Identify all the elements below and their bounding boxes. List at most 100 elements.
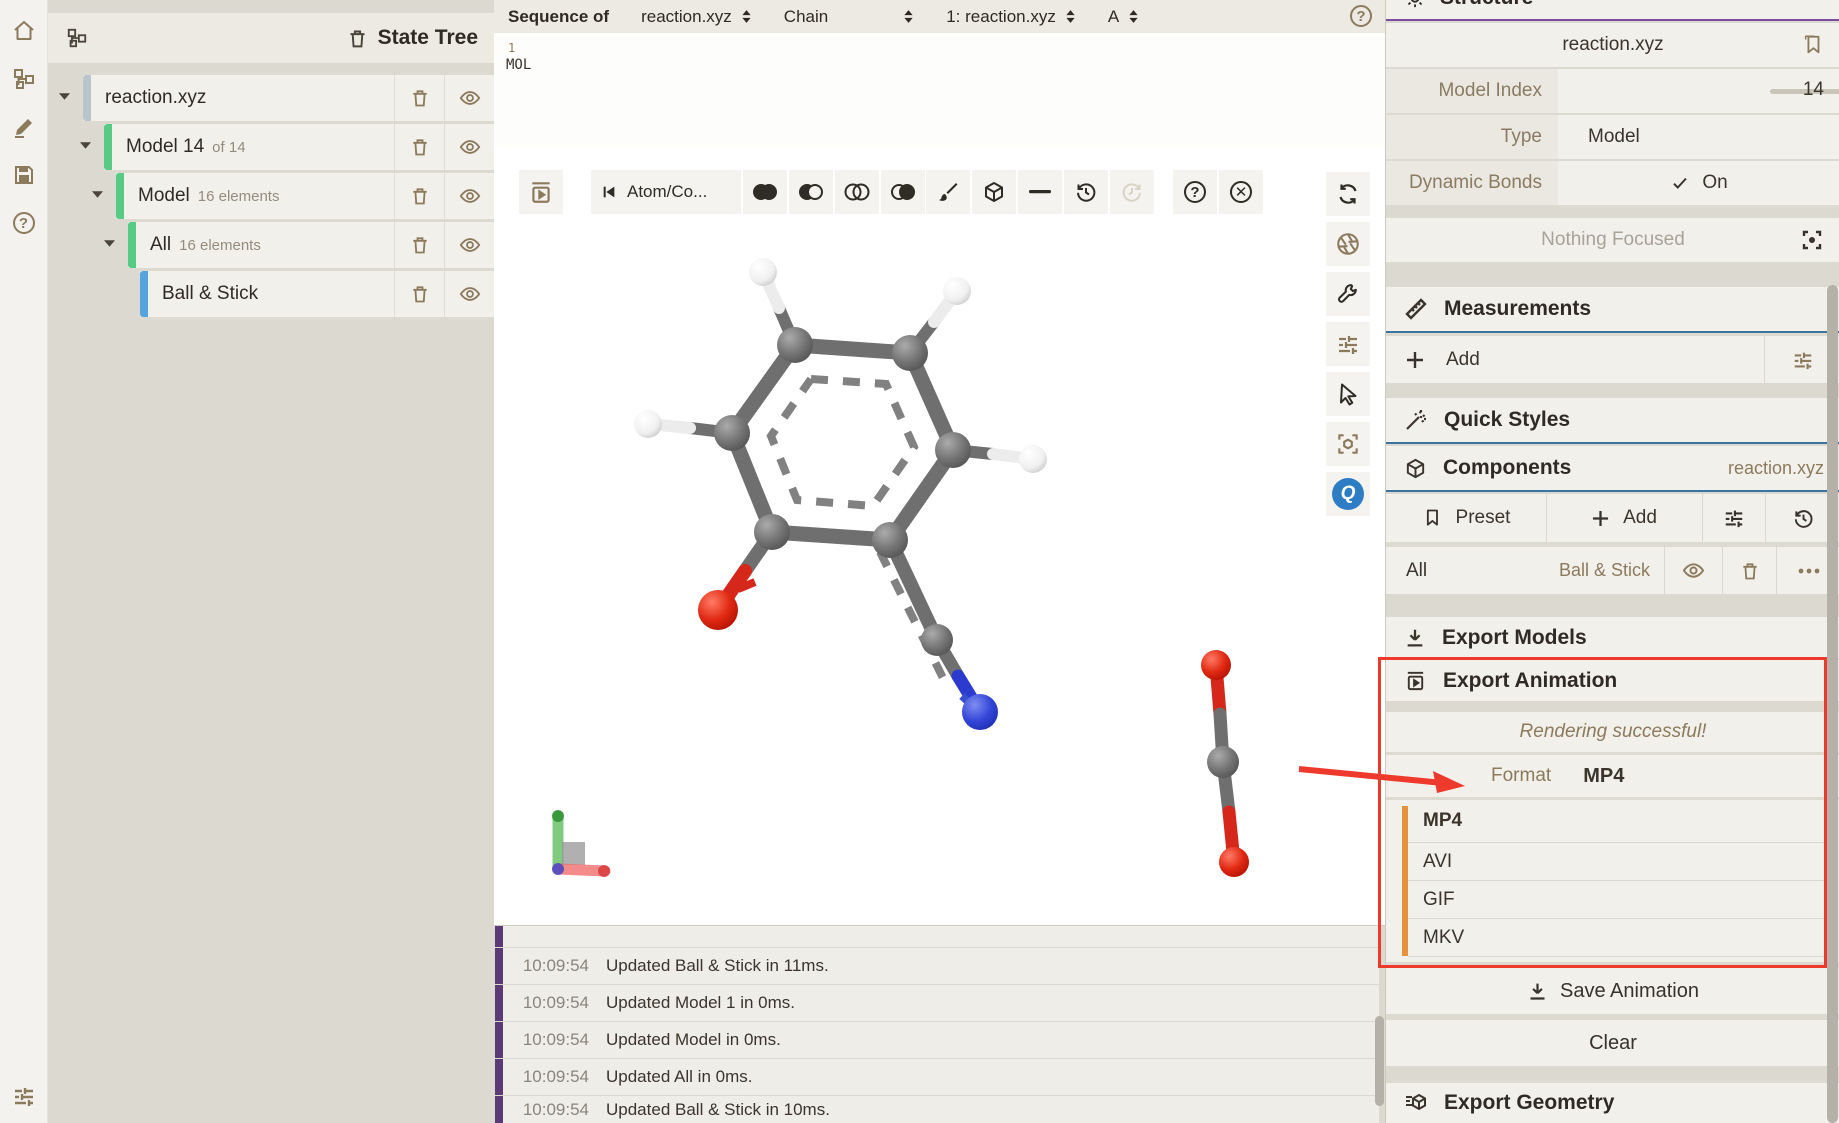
sequence-entity-select[interactable]: Chain [784,7,914,27]
tree-row-reaction[interactable]: reaction.xyz [83,75,494,121]
state-tree-icon[interactable] [7,62,41,96]
plus-icon [1406,351,1424,369]
dynamic-bonds-row: Dynamic Bonds On [1386,161,1839,205]
visibility-eye-icon[interactable] [444,75,494,121]
quick-styles-section-header[interactable]: Quick Styles [1386,398,1839,444]
clear-state-trash-icon[interactable] [347,28,368,49]
state-tree-header: State Tree [48,13,494,63]
add-component-button[interactable]: Add [1546,494,1702,542]
component-eye-icon[interactable] [1664,547,1722,594]
set-union-icon[interactable] [743,170,787,214]
clear-button[interactable]: Clear [1386,1020,1839,1066]
sequence-chain-select[interactable]: A [1108,7,1139,27]
format-value[interactable]: MP4 [1583,765,1624,788]
reset-camera-icon[interactable] [1326,172,1370,216]
model-index-row: Model Index 14 [1386,69,1839,113]
toolbar-close-icon[interactable]: ✕ [1219,170,1263,214]
panel-scrollbar[interactable] [1827,285,1838,1123]
tree-row-model14[interactable]: Model 14 of 14 [104,124,494,170]
granularity-dropdown[interactable]: Atom/Co... [591,170,741,214]
representation-cube-icon[interactable] [972,170,1016,214]
format-option-avi[interactable]: AVI [1408,843,1828,881]
sequence-help-icon[interactable]: ? [1350,5,1372,27]
quick-access-badge[interactable]: Q [1326,472,1370,516]
structure-section-header[interactable]: Structure [1386,0,1839,21]
chevron-down-icon[interactable] [80,141,91,150]
visibility-eye-icon[interactable] [444,222,494,268]
theme-brush-icon[interactable] [926,170,970,214]
focus-camera-icon[interactable] [1326,422,1370,466]
molecule-co2 [1201,650,1249,877]
subtract-selection-icon[interactable] [1018,170,1062,214]
state-tree-panel: State Tree reaction.xyz Model 14 of 14 [48,0,494,1123]
delete-node-icon[interactable] [394,271,444,317]
screenshot-shutter-icon[interactable] [1326,222,1370,266]
visibility-eye-icon[interactable] [444,271,494,317]
visibility-eye-icon[interactable] [444,173,494,219]
dynamic-bonds-toggle[interactable]: On [1558,172,1839,194]
component-options-icon[interactable] [1702,494,1765,542]
add-label: Add [1623,507,1657,529]
delete-node-icon[interactable] [394,75,444,121]
log-message: Updated Ball & Stick in 11ms. [606,956,829,976]
selection-cursor-icon[interactable] [1326,372,1370,416]
undo-history-icon[interactable] [1064,170,1108,214]
visibility-eye-icon[interactable] [444,124,494,170]
sequence-unit-select[interactable]: 1: reaction.xyz [946,7,1076,27]
home-icon[interactable] [7,14,41,48]
bookmark-icon[interactable] [1802,34,1824,56]
export-models-header[interactable]: Export Models [1386,617,1839,659]
help-question-glyph: ? [13,212,35,234]
settings-sliders-icon[interactable] [1326,322,1370,366]
toolbar-help-icon[interactable]: ? [1173,170,1217,214]
sequence-structure-select[interactable]: reaction.xyz [641,7,752,27]
save-session-icon[interactable] [7,158,41,192]
controls-wrench-icon[interactable] [1326,272,1370,316]
measurements-add-row: Add [1386,336,1839,383]
delete-node-icon[interactable] [394,173,444,219]
structure-name-row[interactable]: reaction.xyz [1386,23,1839,67]
measurements-title: Measurements [1444,297,1591,321]
type-value[interactable]: Model [1588,126,1640,148]
chevron-down-icon[interactable] [92,190,103,199]
sequence-residues[interactable]: MOL [506,57,531,73]
redo-icon[interactable] [1110,170,1154,214]
help-icon[interactable]: ? [7,206,41,240]
export-geometry-header[interactable]: Export Geometry [1386,1083,1839,1123]
add-measurement-button[interactable]: Add [1386,349,1764,371]
edit-pencil-icon[interactable] [7,110,41,144]
format-row: Format MP4 [1386,755,1839,797]
viewport-3d[interactable]: Atom/Co... [494,148,1385,925]
selection-mode-toggle-button[interactable] [519,170,563,214]
set-subtract-icon[interactable] [789,170,833,214]
chevron-down-icon[interactable] [104,239,115,248]
set-intersect-icon[interactable] [835,170,879,214]
component-trash-icon[interactable] [1722,547,1776,594]
save-animation-button[interactable]: Save Animation [1386,968,1839,1014]
export-animation-header[interactable]: Export Animation [1386,660,1839,702]
measurements-section-header[interactable]: Measurements [1386,287,1839,333]
log-scrollbar[interactable] [1375,1016,1384,1106]
settings-sliders-icon[interactable] [7,1079,41,1113]
chevron-down-icon[interactable] [59,92,70,101]
clear-label: Clear [1589,1032,1637,1055]
toolbar-group-meta: ? ✕ [1173,170,1263,214]
format-option-mp4[interactable]: MP4 [1408,800,1828,843]
focus-target-icon[interactable] [1800,228,1824,252]
tree-row-suffix: of 14 [212,139,245,156]
delete-node-icon[interactable] [394,222,444,268]
delete-node-icon[interactable] [394,124,444,170]
export-geometry-title: Export Geometry [1444,1091,1614,1115]
component-row-all[interactable]: All Ball & Stick [1386,547,1839,594]
format-option-gif[interactable]: GIF [1408,881,1828,919]
render-status: Rendering successful! [1520,721,1707,743]
format-option-mkv[interactable]: MKV [1408,919,1828,957]
set-complement-icon[interactable] [881,170,925,214]
log-time: 10:09:54 [503,993,589,1013]
tree-row-model[interactable]: Model 16 elements [116,173,494,219]
components-section-header[interactable]: Components reaction.xyz [1386,446,1839,492]
tree-row-ball-and-stick[interactable]: Ball & Stick [140,271,494,317]
tree-row-all[interactable]: All 16 elements [128,222,494,268]
log-time: 10:09:54 [503,956,589,976]
preset-button[interactable]: Preset [1386,507,1546,529]
